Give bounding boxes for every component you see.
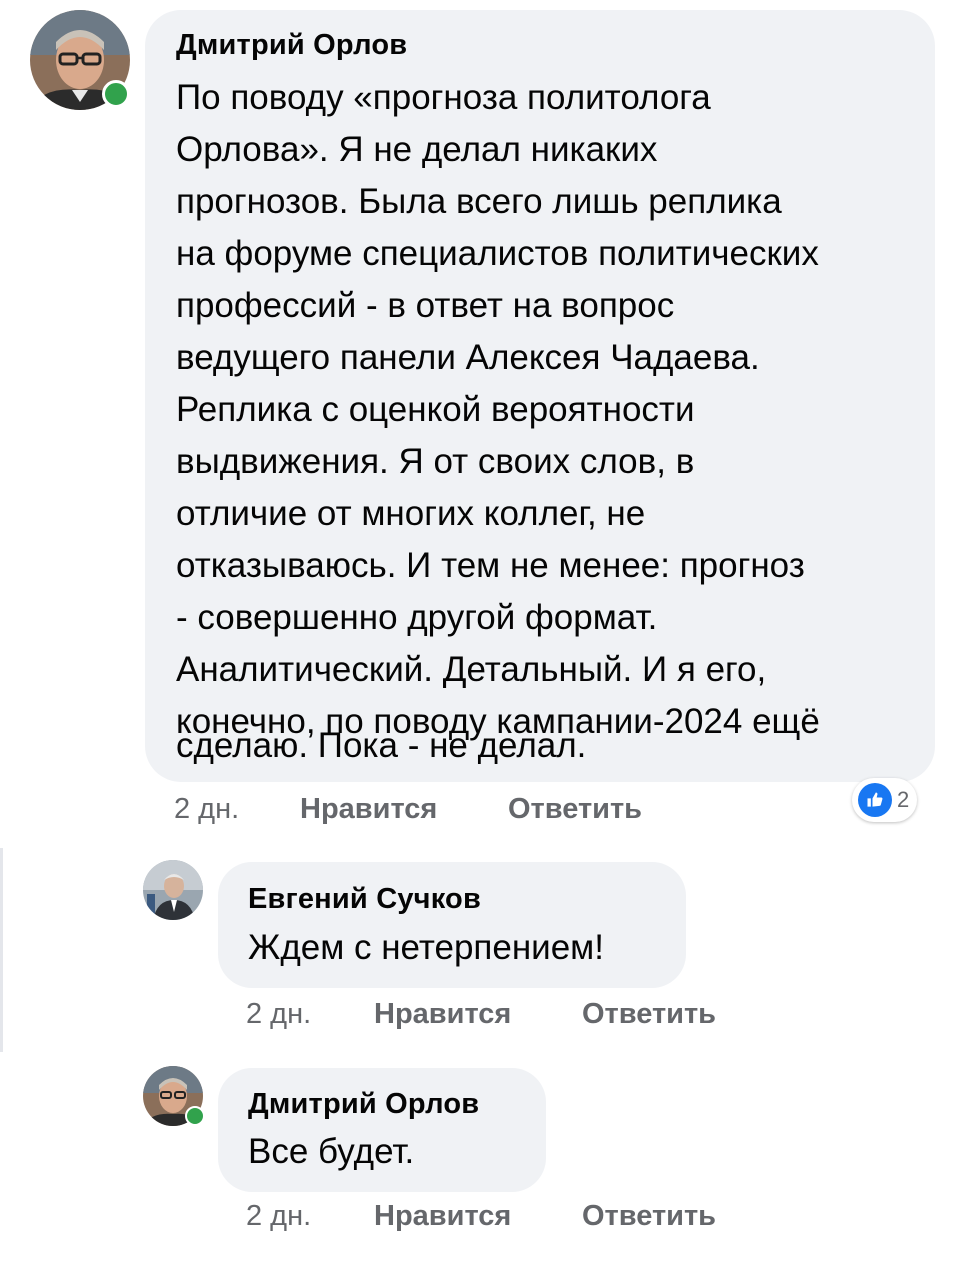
comment-text-line: выдвижения. Я от своих слов, в [176,442,695,481]
comment-text-line: отличие от многих коллег, не [176,494,646,533]
online-status-dot [185,1106,205,1126]
comment-text: Все будет. [248,1132,415,1171]
comment-text: Ждем с нетерпением! [248,928,604,967]
like-button[interactable]: Нравится [374,998,511,1031]
reply-thread-line [0,848,3,1052]
comment-timestamp[interactable]: 2 дн. [174,793,239,826]
comment-author[interactable]: Дмитрий Орлов [176,29,407,62]
avatar[interactable] [30,10,130,110]
comment-text-line: прогнозов. Была всего лишь реплика [176,182,782,221]
reaction-summary[interactable]: 2 [852,778,918,822]
comment-text-line: По поводу «прогноза политолога [176,78,711,117]
comment-text-line: сделаю. Пока - не делал. [176,726,587,765]
reply-button[interactable]: Ответить [582,1200,716,1233]
comment-text-line: Реплика с оценкой вероятности [176,390,695,429]
comment-text-line: отказываюсь. И тем не менее: прогноз [176,546,805,585]
comment-text-line: на форуме специалистов политических [176,234,819,273]
online-status-dot [102,80,130,108]
comment-text-line: - совершенно другой формат. [176,598,658,637]
comment-text-line: профессий - в ответ на вопрос [176,286,675,325]
avatar[interactable] [143,860,203,920]
comment-text-line: Аналитический. Детальный. И я его, [176,650,767,689]
like-button[interactable]: Нравится [374,1200,511,1233]
comment-text-line: ведущего панели Алексея Чадаева. [176,338,760,377]
comment-author[interactable]: Дмитрий Орлов [248,1088,479,1121]
comment-timestamp[interactable]: 2 дн. [246,998,311,1031]
avatar[interactable] [143,1066,205,1126]
like-button[interactable]: Нравится [300,793,437,826]
comment-timestamp[interactable]: 2 дн. [246,1200,311,1233]
avatar-photo [143,860,203,920]
thumbs-up-icon [858,783,892,817]
reply-button[interactable]: Ответить [508,793,642,826]
reaction-count: 2 [897,787,910,812]
comment-text-line: Орлова». Я не делал никаких [176,130,658,169]
reply-button[interactable]: Ответить [582,998,716,1031]
comment-author[interactable]: Евгений Сучков [248,883,481,916]
